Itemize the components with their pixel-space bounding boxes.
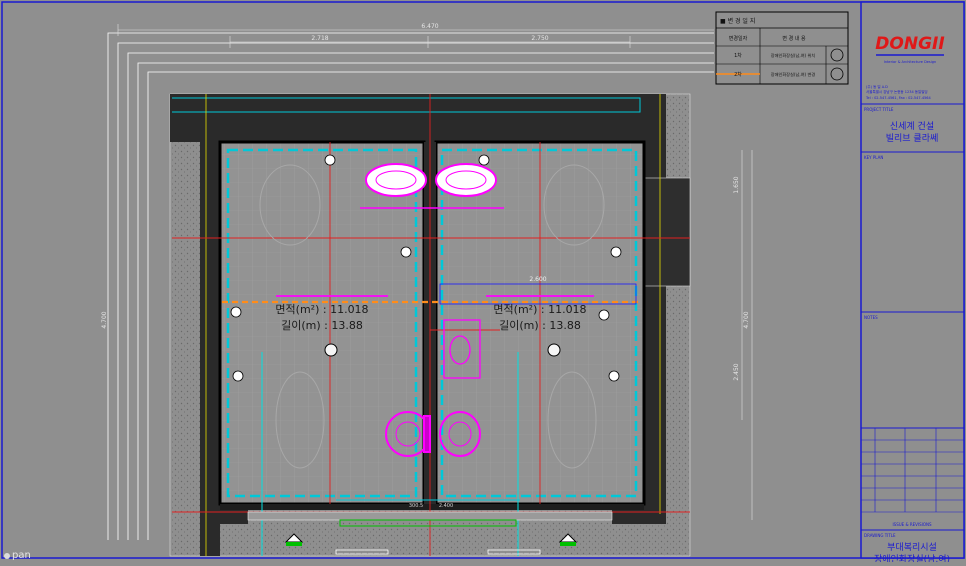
- revision-row2-no: 2차: [734, 71, 742, 78]
- revision-row2-content: 장애인화장실(남,여) 변경: [771, 71, 816, 78]
- company-logo: DONGII: [875, 34, 944, 54]
- room-right-area-label: 면적(m²) : 11.018: [493, 303, 586, 316]
- mode-label: pan: [12, 550, 31, 561]
- dim-top-left: 2.718: [311, 35, 328, 42]
- dim-inner-width: 2.600: [529, 276, 546, 283]
- revision-row1-no: 1차: [734, 52, 742, 59]
- title-block[interactable]: DONGII Interior & Architecture Design (주…: [860, 1, 965, 565]
- revision-header-content: 변 경 내 용: [782, 35, 806, 42]
- notes-label: NOTES: [864, 315, 878, 320]
- project-title-label: PROJECT TITLE: [864, 107, 894, 112]
- floor-plan[interactable]: 2.600 300.5 2.400 면적(m²): 11.018 길이(m) …: [169, 93, 691, 557]
- project-name-1: 신세계 건설: [890, 120, 934, 132]
- sink-fixture-right: [435, 163, 497, 197]
- issue-revisions-label: ISSUE & REVISIONS: [893, 522, 932, 527]
- revision-table-title: ■ 변 경 일 지: [720, 17, 755, 25]
- pan-icon: [4, 552, 10, 559]
- sink-fixture-left: [365, 163, 427, 197]
- room-left-length-label: 길이(m) : 13.88: [281, 319, 363, 332]
- company-line-1: (주) 동 일 A.D: [866, 84, 888, 89]
- key-plan-label: KEY PLAN: [864, 155, 883, 160]
- dim-right-mid: 4.700: [743, 311, 750, 328]
- dim-top-total: 6.470: [421, 23, 438, 30]
- wall-top: [170, 94, 666, 142]
- dim-bottom-b: 2.400: [439, 503, 453, 509]
- revision-header-date: 변경일자: [729, 35, 748, 42]
- dim-left-side: 4.700: [101, 311, 108, 328]
- dim-right-top: 1.650: [733, 176, 740, 193]
- project-name-2: 빌리브 클라쎄: [886, 133, 939, 144]
- dimension-lines-right: [741, 150, 753, 520]
- room-right-length-label: 길이(m) : 13.88: [499, 319, 581, 332]
- revision-table[interactable]: ■ 변 경 일 지 변경일자 변 경 내 용 1차 장애인화장실(남,여) 위치…: [715, 11, 849, 85]
- drawing-name-2: 장애인화장실(남,여): [874, 553, 950, 562]
- dimension-lines-top: [117, 24, 714, 48]
- dim-top-right: 2.750: [531, 35, 548, 42]
- company-line-2: 서울특별시 강남구 논현동 1234 동일빌딩: [866, 89, 928, 94]
- door-block-right: [643, 177, 691, 287]
- company-line-3: Tel : 02-547-4561, Fax : 02-547-4564: [865, 96, 932, 100]
- dim-bottom-a: 300.5: [409, 503, 423, 509]
- dim-right-low: 2.450: [733, 363, 740, 380]
- drawing-title-label: DRAWING TITLE: [864, 533, 896, 538]
- revision-row1-content: 장애인화장실(남,여) 위치: [771, 52, 816, 59]
- cad-viewport[interactable]: 6.470 2.718 2.750 4.700 1.650 4.700 2.45…: [0, 0, 966, 565]
- wall-right: [644, 94, 666, 514]
- mode-indicator: pan: [4, 550, 31, 561]
- drawing-name-1: 부대복리시설: [887, 542, 937, 553]
- company-logo-sub: Interior & Architecture Design: [884, 60, 936, 64]
- room-left-area-label: 면적(m²) : 11.018: [275, 303, 368, 316]
- wall-left: [200, 94, 220, 556]
- wall-bottom-inner: [220, 504, 644, 510]
